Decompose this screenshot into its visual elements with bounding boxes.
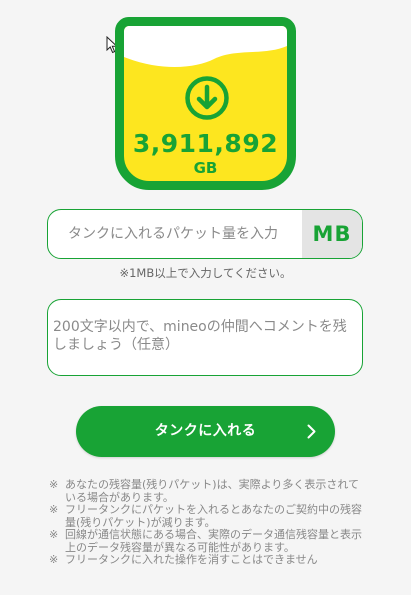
download-arrow-icon: [185, 76, 229, 120]
note-item: ※ フリータンクにパケットを入れるとあなたのご契約中の残容量(残りパケット)が減り…: [49, 503, 362, 529]
mb-unit-label: MB: [302, 210, 362, 258]
tank-capacity-value: 3,911,892: [132, 129, 279, 158]
put-in-tank-button[interactable]: タンクに入れる: [76, 406, 335, 457]
packet-amount-note: ※1MB以上で入力してください。: [119, 266, 292, 280]
tank-empty-space: [124, 26, 287, 68]
notes-list: ※ あなたの残容量(残りパケット)は、実際より多く表示されている場合があります。 …: [49, 478, 365, 567]
note-item: ※ フリータンクに入れた操作を消すことはできません: [49, 553, 318, 566]
free-tank-graphic: 3,911,892 GB: [115, 17, 296, 190]
packet-amount-field: MB: [47, 209, 363, 259]
comment-textarea[interactable]: [47, 299, 363, 376]
note-item: ※ あなたの残容量(残りパケット)は、実際より多く表示されている場合があります。: [49, 478, 360, 504]
put-in-tank-button-label: タンクに入れる: [154, 423, 257, 439]
packet-amount-input[interactable]: [48, 210, 304, 258]
note-item: ※ 回線が通信状態にある場合、実際のデータ通信残容量と表示上のデータ残容量が異なる…: [49, 528, 362, 554]
chevron-right-icon: [307, 424, 316, 439]
tank-capacity-unit: GB: [193, 159, 218, 177]
